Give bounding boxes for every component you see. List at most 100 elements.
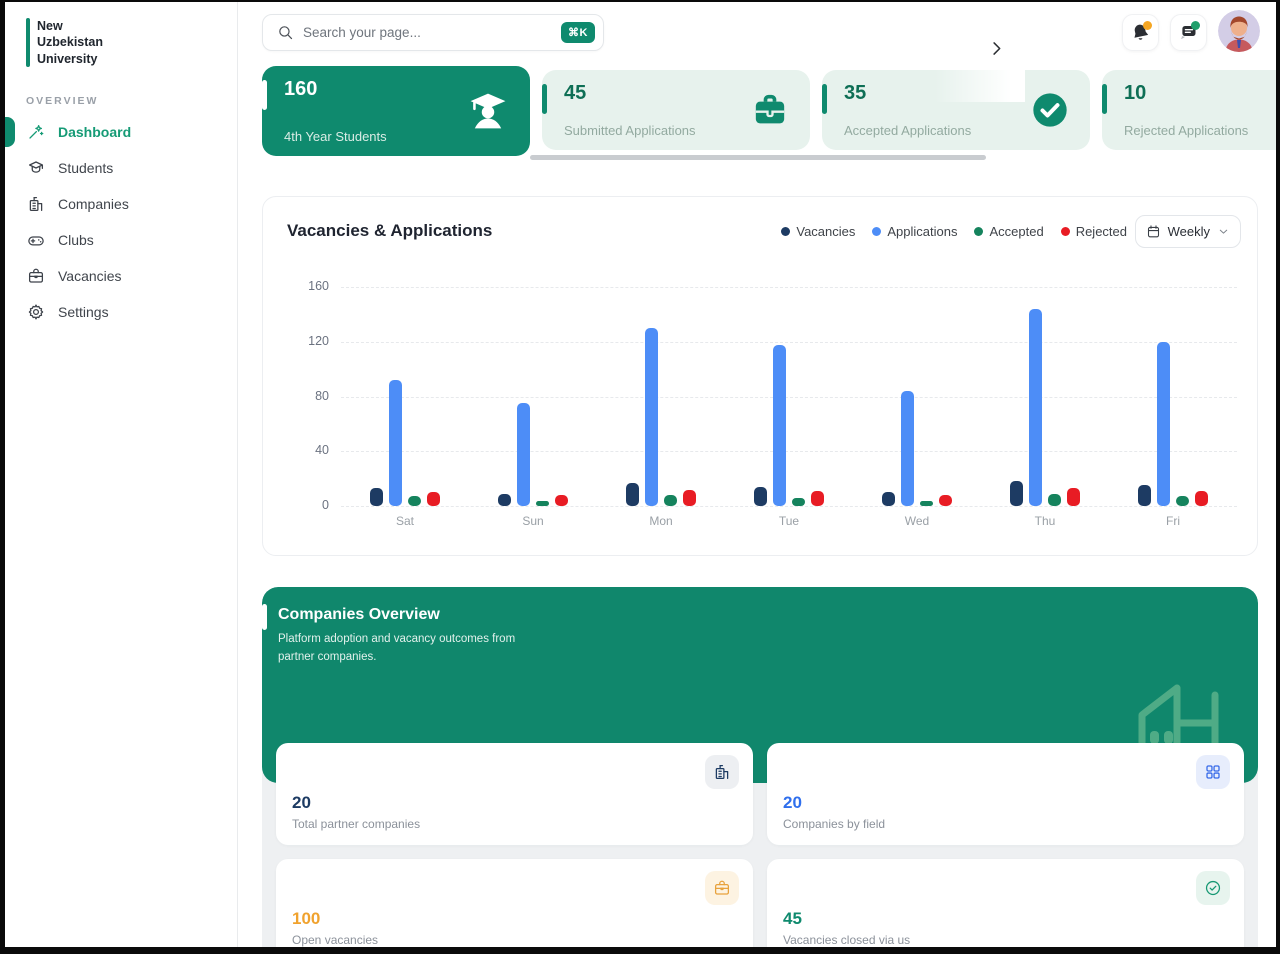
bar-vacancies-wed (882, 492, 895, 506)
sidebar-item-label: Clubs (58, 232, 94, 248)
bar-vacancies-fri (1138, 485, 1151, 506)
bar-applications-fri (1157, 342, 1170, 506)
legend-label: Applications (887, 224, 957, 239)
legend-item-vacancies[interactable]: Vacancies (781, 224, 855, 239)
sidebar-nav: Dashboard Students Companies Clubs Vacancies… (5, 114, 237, 330)
bar-applications-sat (389, 380, 402, 506)
bar-vacancies-mon (626, 483, 639, 506)
legend-item-accepted[interactable]: Accepted (974, 224, 1043, 239)
briefcase-solid-icon (750, 90, 790, 130)
sidebar-item-label: Companies (58, 196, 129, 212)
stat-label: Rejected Applications (1124, 123, 1276, 138)
vacancies-applications-card: Vacancies & Applications Vacancies Applic… (262, 196, 1258, 556)
overview-value: 100 (292, 909, 737, 929)
sidebar-section-label: OVERVIEW (26, 95, 98, 107)
period-selector[interactable]: Weekly (1135, 215, 1241, 248)
sidebar-item-companies[interactable]: Companies (5, 186, 237, 222)
logo-accent-bar (26, 18, 30, 67)
bar-group-tue (725, 345, 853, 507)
wand-icon (27, 123, 45, 141)
section-accent-bar (262, 604, 267, 630)
overview-card-companies-by-field: 20 Companies by field (767, 743, 1244, 845)
overview-value: 20 (292, 793, 737, 813)
sidebar-item-vacancies[interactable]: Vacancies (5, 258, 237, 294)
messages-button[interactable] (1170, 14, 1207, 51)
app-window: New Uzbekistan University OVERVIEW Dashb… (5, 2, 1276, 947)
search-input[interactable] (303, 25, 552, 40)
y-axis-tick: 40 (289, 443, 329, 457)
overview-label: Open vacancies (292, 933, 737, 947)
y-axis-tick: 80 (289, 389, 329, 403)
logo-text: New Uzbekistan University (37, 18, 103, 67)
overview-value: 20 (783, 793, 1228, 813)
sidebar-item-label: Students (58, 160, 113, 176)
sidebar-item-clubs[interactable]: Clubs (5, 222, 237, 258)
card-accent-bar (262, 80, 267, 110)
gear-icon (27, 303, 45, 321)
calendar-icon (1146, 224, 1161, 239)
chart-title: Vacancies & Applications (287, 221, 492, 241)
overview-label: Total partner companies (292, 817, 737, 831)
legend-label: Rejected (1076, 224, 1127, 239)
chevron-down-icon (1217, 225, 1230, 238)
y-axis-tick: 160 (289, 279, 329, 293)
sidebar-item-label: Dashboard (58, 124, 131, 140)
gamepad-icon (27, 231, 45, 249)
horizontal-scrollbar[interactable] (530, 155, 986, 160)
bar-accepted-mon (664, 495, 677, 506)
bar-accepted-fri (1176, 496, 1189, 506)
bar-vacancies-sat (370, 488, 383, 506)
bar-vacancies-thu (1010, 481, 1023, 506)
stat-card-rejected-applications[interactable]: 10Rejected Applications (1102, 70, 1276, 150)
stat-card-submitted-applications[interactable]: 45Submitted Applications (542, 70, 810, 150)
bar-group-thu (981, 309, 1109, 506)
y-axis-tick: 0 (289, 498, 329, 512)
bar-rejected-mon (683, 490, 696, 506)
card-accent-bar (1102, 84, 1107, 114)
sidebar-item-settings[interactable]: Settings (5, 294, 237, 330)
legend-dot (1061, 227, 1070, 236)
period-label: Weekly (1168, 224, 1210, 239)
building-icon (27, 195, 45, 213)
avatar[interactable] (1218, 10, 1260, 52)
gridline (341, 506, 1237, 507)
bar-applications-thu (1029, 309, 1042, 506)
bar-accepted-tue (792, 498, 805, 506)
notification-badge (1191, 21, 1200, 30)
x-axis-label: Tue (725, 514, 853, 528)
stat-card-4th-year-students[interactable]: 1604th Year Students (262, 66, 530, 156)
sidebar-item-dashboard[interactable]: Dashboard (5, 114, 237, 150)
sidebar-item-students[interactable]: Students (5, 150, 237, 186)
bar-group-mon (597, 328, 725, 506)
bar-accepted-sun (536, 501, 549, 506)
bar-vacancies-sun (498, 494, 511, 506)
search-bar: ⌘K (262, 14, 604, 51)
bar-accepted-thu (1048, 494, 1061, 506)
x-axis-label: Fri (1109, 514, 1237, 528)
bar-chart: 04080120160SatSunMonTueWedThuFri (341, 287, 1237, 506)
notifications-button[interactable] (1122, 14, 1159, 51)
legend-label: Accepted (989, 224, 1043, 239)
legend-item-rejected[interactable]: Rejected (1061, 224, 1127, 239)
overview-label: Companies by field (783, 817, 1228, 831)
legend-label: Vacancies (796, 224, 855, 239)
briefcase-icon (27, 267, 45, 285)
student-icon (27, 159, 45, 177)
university-logo[interactable]: New Uzbekistan University (26, 18, 103, 67)
x-axis-label: Mon (597, 514, 725, 528)
x-axis-label: Sat (341, 514, 469, 528)
legend-dot (872, 227, 881, 236)
bar-group-wed (853, 391, 981, 506)
card-accent-bar (822, 84, 827, 114)
stat-card-accepted-applications[interactable]: 35Accepted Applications (822, 70, 1090, 150)
keyboard-shortcut-badge: ⌘K (561, 22, 595, 43)
bar-accepted-sat (408, 496, 421, 506)
x-axis-label: Thu (981, 514, 1109, 528)
legend-dot (974, 227, 983, 236)
legend-item-applications[interactable]: Applications (872, 224, 957, 239)
chart-legend: Vacancies Applications Accepted Rejected (781, 224, 1127, 239)
sidebar-item-label: Vacancies (58, 268, 122, 284)
search-icon (277, 24, 294, 41)
check-circle-icon (1030, 90, 1070, 130)
next-cards-button[interactable] (983, 35, 1009, 61)
